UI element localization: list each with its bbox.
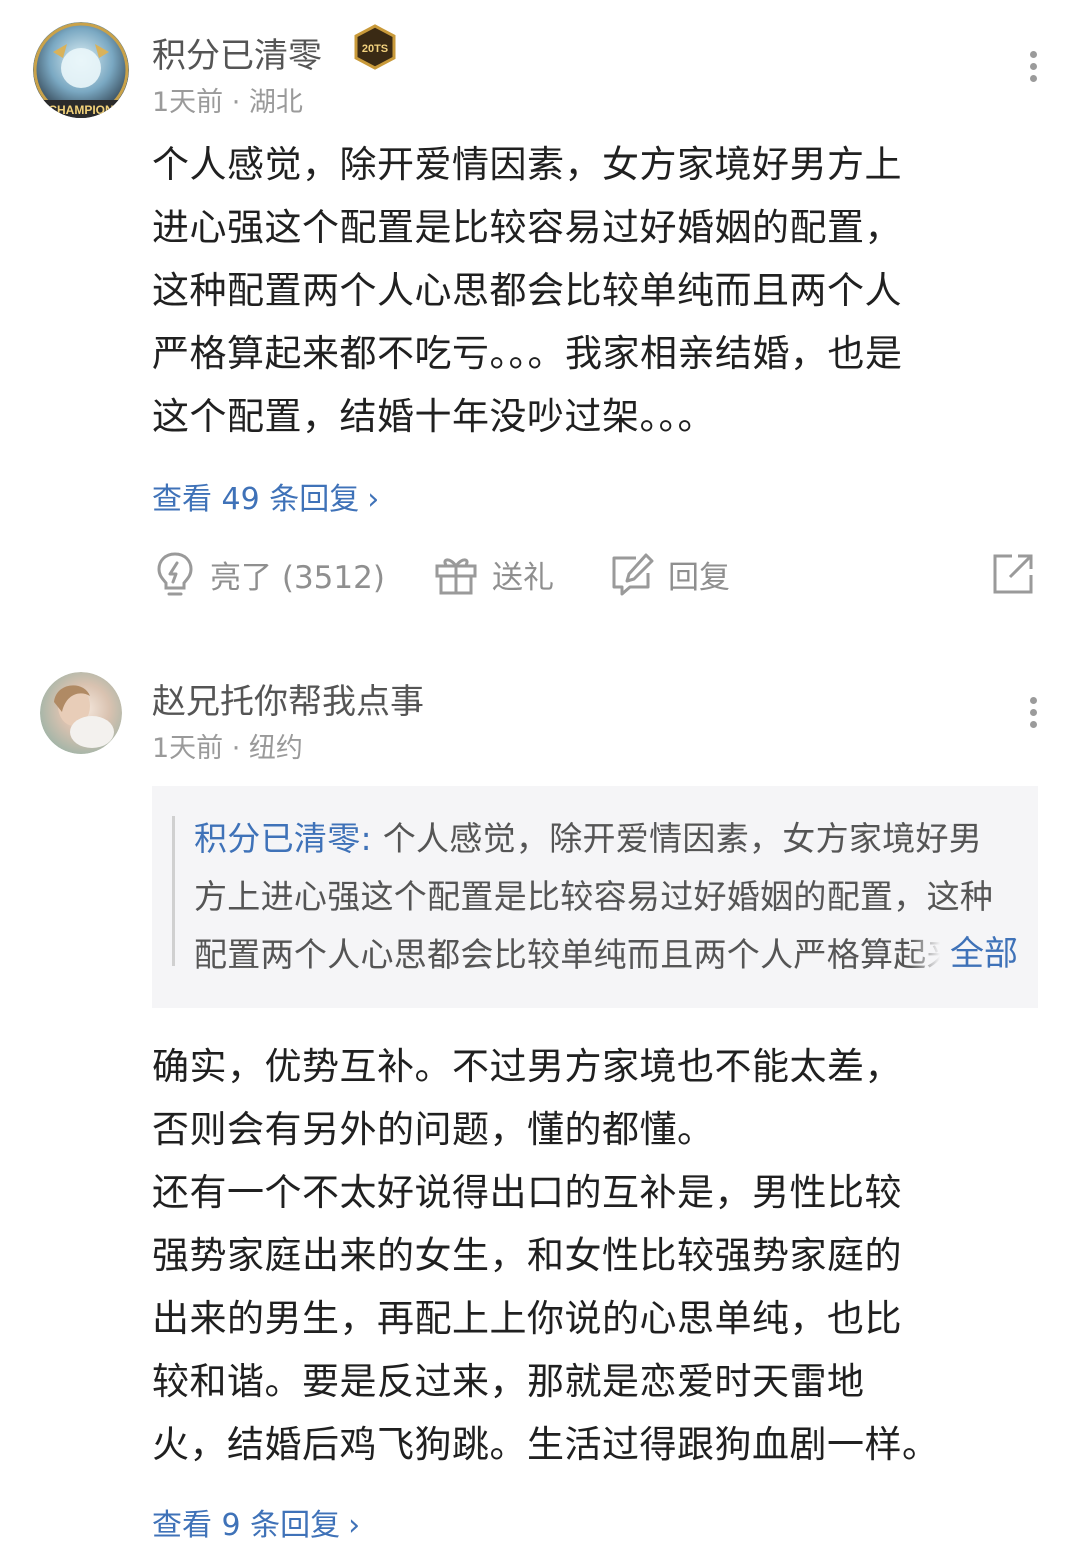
action-bar: 亮了 (3512) 送礼 回复 [0, 546, 1080, 602]
quote-text: 积分已清零: 个人感觉，除开爱情因素，女方家境好男方上进心强这个配置是比较容易过… [194, 810, 1006, 990]
more-icon[interactable] [1018, 692, 1048, 744]
chevron-right-icon: › [367, 482, 380, 517]
more-icon[interactable] [1018, 46, 1048, 98]
expand-quote-link[interactable]: 全部 [910, 926, 1018, 975]
view-replies-label: 查看 9 条回复 [152, 1508, 341, 1543]
comment-meta: 1天前 · 湖北 [152, 87, 303, 118]
quote-divider [172, 816, 175, 966]
medal-text: 20TS [362, 43, 388, 55]
lightbulb-icon [152, 550, 198, 598]
username[interactable]: 赵兄托你帮我点事 [152, 674, 424, 723]
like-count-label: 亮了 (3512) [210, 559, 385, 596]
edit-reply-icon [608, 551, 656, 597]
view-replies-link[interactable]: 查看 9 条回复 › [152, 1500, 360, 1544]
comment-1: CHAMPION 积分已清零 20TS 1天前 · 湖北 个人感觉，除开爱情因素… [0, 0, 1080, 640]
view-replies-link[interactable]: 查看 49 条回复 › [152, 474, 379, 518]
gift-label: 送礼 [492, 559, 554, 596]
reply-label: 回复 [668, 559, 730, 596]
username[interactable]: 积分已清零 [152, 28, 322, 77]
comment-body: 个人感觉，除开爱情因素，女方家境好男方上 进心强这个配置是比较容易过好婚姻的配置… [152, 143, 903, 438]
gift-icon [432, 551, 480, 597]
gift-button[interactable]: 送礼 [432, 546, 554, 602]
medal-badge-icon: 20TS [352, 24, 398, 70]
view-replies-label: 查看 49 条回复 [152, 482, 360, 517]
avatar[interactable]: CHAMPION [33, 22, 129, 118]
chevron-right-icon: › [348, 1508, 361, 1543]
quoted-comment[interactable]: 积分已清零: 个人感觉，除开爱情因素，女方家境好男方上进心强这个配置是比较容易过… [152, 786, 1038, 1008]
reply-button[interactable]: 回复 [608, 546, 730, 602]
avatar[interactable] [40, 672, 122, 754]
like-button[interactable]: 亮了 (3512) [152, 546, 385, 602]
share-icon [990, 551, 1036, 597]
comment-meta: 1天前 · 纽约 [152, 733, 303, 764]
share-button[interactable] [990, 546, 1036, 602]
comment-body: 确实，优势互补。不过男方家境也不能太差， 否则会有另外的问题，懂的都懂。 还有一… [152, 1045, 940, 1466]
quote-author[interactable]: 积分已清零: [194, 819, 372, 858]
avatar-badge-text: CHAMPION [48, 103, 113, 117]
